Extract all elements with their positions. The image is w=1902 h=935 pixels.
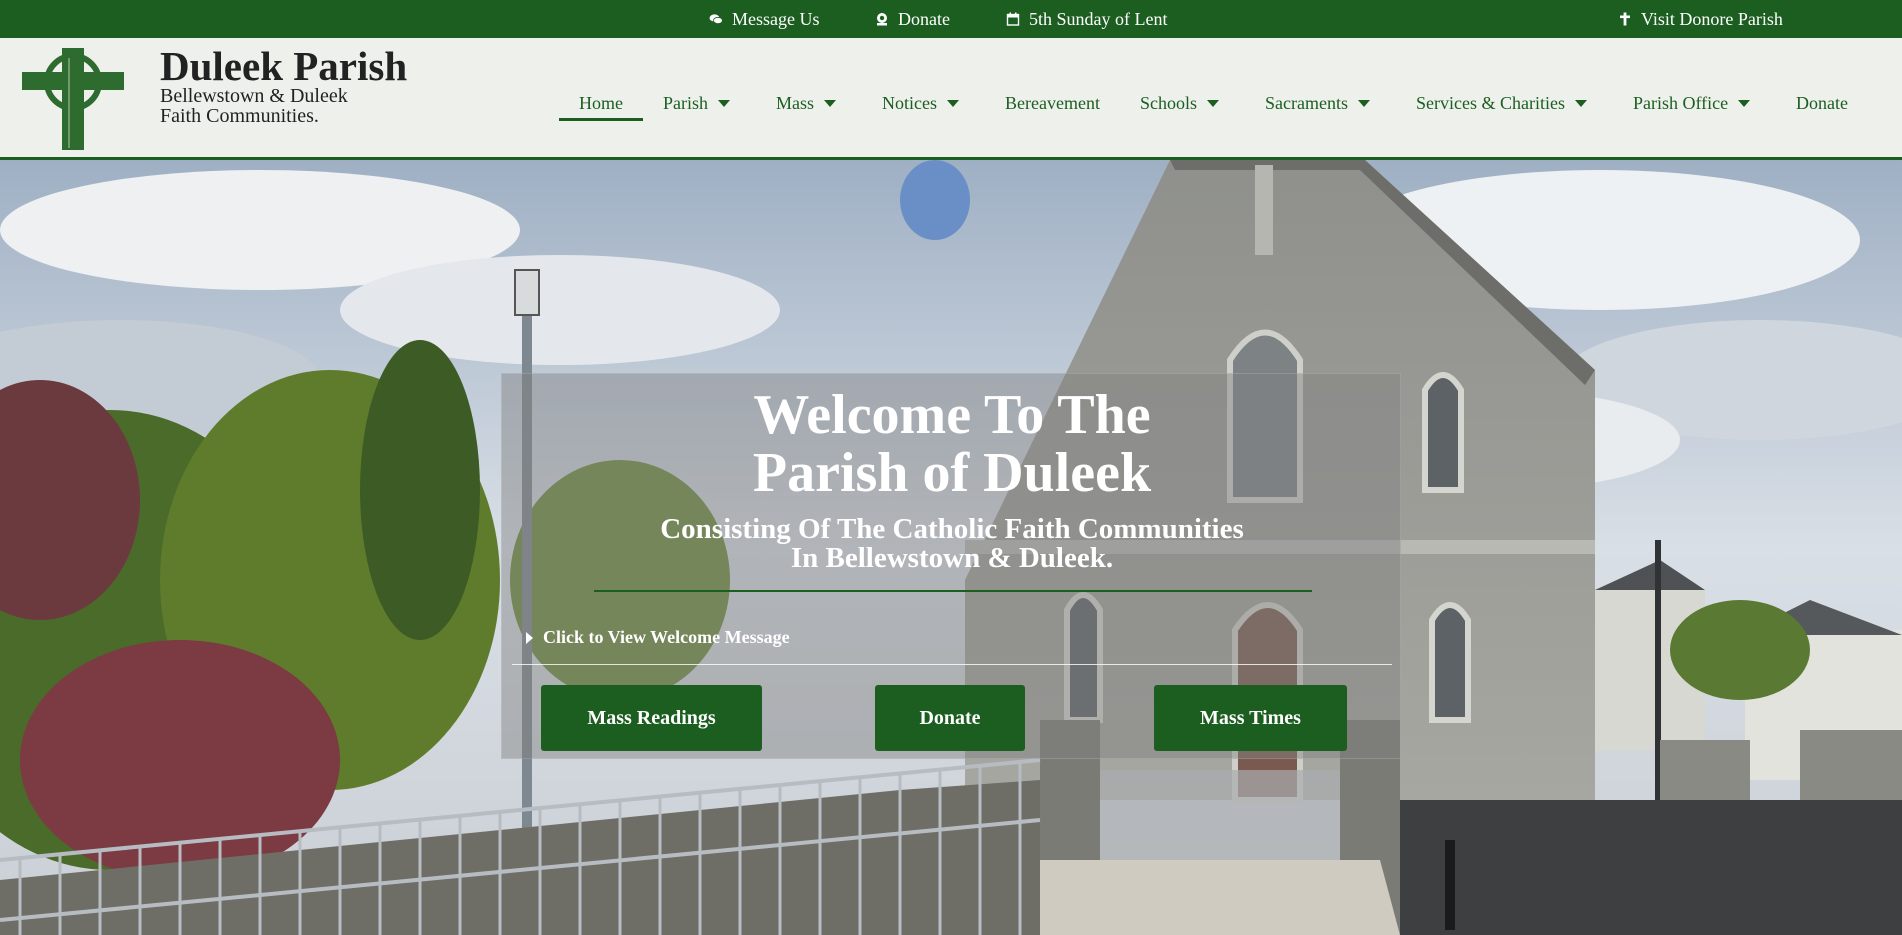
visit-donore-link[interactable]: Visit Donore Parish [1618,0,1783,38]
chevron-down-icon [1738,99,1751,107]
welcome-subtitle-line1: Consisting Of The Catholic Faith Communi… [660,513,1244,545]
nav-sacraments[interactable]: Sacraments [1265,88,1370,118]
nav-services-charities-label: Services & Charities [1416,92,1565,113]
donate-icon [875,12,889,26]
welcome-message-toggle-label: Click to View Welcome Message [543,627,790,647]
nav-active-indicator [559,118,643,121]
nav-bereavement[interactable]: Bereavement [1005,88,1100,118]
nav-schools[interactable]: Schools [1140,88,1220,118]
nav-parish[interactable]: Parish [663,88,730,118]
chevron-down-icon [824,99,837,107]
main-nav: Home Parish Mass Notices Bereavement Sch… [0,38,1902,160]
mass-readings-button[interactable]: Mass Readings [541,685,762,751]
nav-schools-label: Schools [1140,92,1198,113]
nav-notices-label: Notices [882,92,937,113]
cross-icon [1618,12,1632,26]
chevron-down-icon [946,99,959,107]
liturgical-day: 5th Sunday of Lent [1006,0,1167,38]
message-us-link[interactable]: Message Us [709,0,820,38]
chevron-down-icon [1207,99,1220,107]
nav-home[interactable]: Home [579,88,623,118]
donate-top-link[interactable]: Donate [875,0,950,38]
nav-donate-label: Donate [1796,92,1848,113]
nav-services-charities[interactable]: Services & Charities [1416,88,1587,118]
nav-donate[interactable]: Donate [1796,88,1848,118]
nav-parish-label: Parish [663,92,708,113]
mass-times-button[interactable]: Mass Times [1154,685,1347,751]
welcome-title: Welcome To The Parish of Duleek [502,386,1402,502]
welcome-subtitle-line2: In Bellewstown & Duleek. [790,542,1114,574]
site-header: Duleek Parish Bellewstown & Duleek Faith… [0,38,1902,160]
chevron-down-icon [718,99,730,107]
divider [512,664,1392,665]
liturgical-day-label: 5th Sunday of Lent [1029,8,1168,29]
nav-sacraments-label: Sacraments [1265,92,1348,113]
nav-notices[interactable]: Notices [882,88,959,118]
welcome-message-toggle[interactable]: Click to View Welcome Message [526,627,790,648]
caret-right-icon [526,631,533,644]
nav-parish-office[interactable]: Parish Office [1633,88,1751,118]
donate-top-label: Donate [898,8,950,29]
chevron-down-icon [1357,99,1370,107]
nav-bereavement-label: Bereavement [1005,92,1100,113]
nav-home-label: Home [579,92,623,113]
visit-donore-label: Visit Donore Parish [1641,8,1783,29]
welcome-title-line1: Welcome To The [753,384,1151,446]
chat-icon [709,12,723,26]
chevron-down-icon [1574,99,1587,107]
welcome-panel: Welcome To The Parish of Duleek Consisti… [501,373,1401,759]
donate-button[interactable]: Donate [875,685,1025,751]
top-bar: Message Us Donate 5th Sunday of Lent Vis… [0,0,1902,38]
welcome-subtitle: Consisting Of The Catholic Faith Communi… [502,515,1402,573]
message-us-label: Message Us [732,8,820,29]
hero-section: Welcome To The Parish of Duleek Consisti… [0,160,1902,935]
divider [594,590,1312,592]
nav-parish-office-label: Parish Office [1633,92,1729,113]
nav-mass[interactable]: Mass [776,88,837,118]
nav-mass-label: Mass [776,92,815,113]
welcome-title-line2: Parish of Duleek [752,442,1152,504]
calendar-icon [1006,12,1020,26]
